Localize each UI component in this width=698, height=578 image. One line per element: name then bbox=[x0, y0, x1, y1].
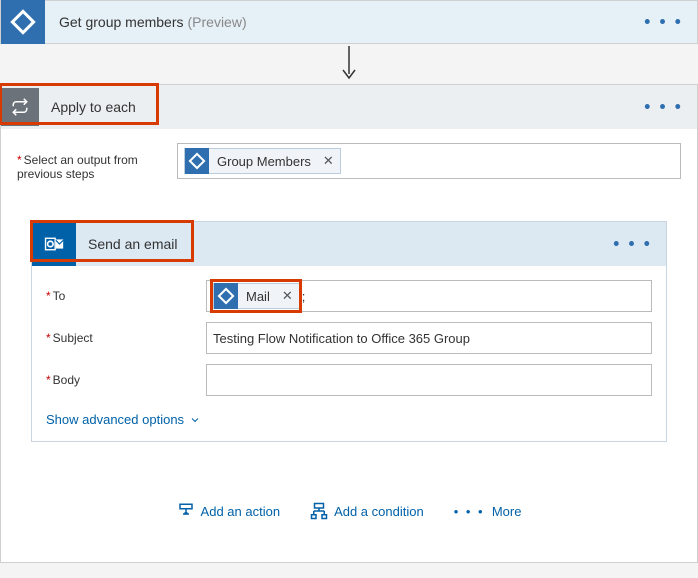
action-preview-badge: (Preview) bbox=[188, 14, 247, 30]
azure-ad-icon bbox=[1, 0, 45, 44]
apply-to-each-header[interactable]: Apply to each • • • bbox=[1, 85, 697, 129]
to-row: *To Mail ✕ ; bbox=[46, 280, 652, 312]
apply-to-each-title: Apply to each bbox=[39, 99, 136, 115]
body-label: *Body bbox=[46, 373, 206, 387]
azure-ad-icon bbox=[185, 148, 209, 174]
ellipsis-icon: • • • bbox=[454, 504, 485, 519]
to-input[interactable]: Mail ✕ ; bbox=[206, 280, 652, 312]
token-group-members[interactable]: Group Members ✕ bbox=[184, 148, 341, 174]
more-button[interactable]: • • • More bbox=[454, 502, 522, 520]
token-remove-icon[interactable]: ✕ bbox=[317, 153, 340, 169]
azure-ad-icon bbox=[214, 283, 238, 309]
add-condition-button[interactable]: Add a condition bbox=[310, 502, 424, 520]
apply-to-each-body: *Select an output from previous steps Gr… bbox=[1, 129, 697, 562]
send-email-menu-ellipsis[interactable]: • • • bbox=[613, 234, 652, 255]
action-title: Get group members bbox=[45, 14, 184, 30]
outlook-icon bbox=[32, 222, 76, 266]
add-action-button[interactable]: Add an action bbox=[177, 502, 281, 520]
select-output-row: *Select an output from previous steps Gr… bbox=[17, 143, 681, 181]
apply-to-each-container: Apply to each • • • *Select an output fr… bbox=[0, 84, 698, 563]
subject-label: *Subject bbox=[46, 331, 206, 345]
token-remove-icon[interactable]: ✕ bbox=[276, 288, 299, 304]
action-menu-ellipsis[interactable]: • • • bbox=[644, 12, 683, 33]
token-label: Group Members bbox=[209, 154, 317, 169]
select-output-label: *Select an output from previous steps bbox=[17, 143, 177, 181]
action-card-send-email: Send an email • • • *To Mail ✕ bbox=[31, 221, 667, 442]
body-input[interactable] bbox=[206, 364, 652, 396]
to-delimiter: ; bbox=[302, 289, 306, 304]
add-condition-icon bbox=[310, 502, 328, 520]
subject-row: *Subject Testing Flow Notification to Of… bbox=[46, 322, 652, 354]
chevron-down-icon bbox=[189, 414, 201, 426]
select-output-input[interactable]: Group Members ✕ bbox=[177, 143, 681, 179]
action-card-get-group-members[interactable]: Get group members (Preview) • • • bbox=[0, 0, 698, 44]
to-label: *To bbox=[46, 289, 206, 303]
show-advanced-options-link[interactable]: Show advanced options bbox=[46, 412, 201, 427]
apply-menu-ellipsis[interactable]: • • • bbox=[644, 97, 683, 118]
subject-input[interactable]: Testing Flow Notification to Office 365 … bbox=[206, 322, 652, 354]
token-mail[interactable]: Mail ✕ bbox=[213, 283, 300, 309]
send-email-title: Send an email bbox=[76, 236, 178, 252]
token-label: Mail bbox=[238, 289, 276, 304]
loop-icon bbox=[1, 88, 39, 126]
body-row: *Body bbox=[46, 364, 652, 396]
add-action-icon bbox=[177, 502, 195, 520]
send-email-body: *To Mail ✕ ; *Sub bbox=[32, 266, 666, 441]
send-email-header[interactable]: Send an email • • • bbox=[32, 222, 666, 266]
footer-actions: Add an action Add a condition • • • More bbox=[17, 442, 681, 532]
flow-arrow bbox=[0, 44, 698, 84]
